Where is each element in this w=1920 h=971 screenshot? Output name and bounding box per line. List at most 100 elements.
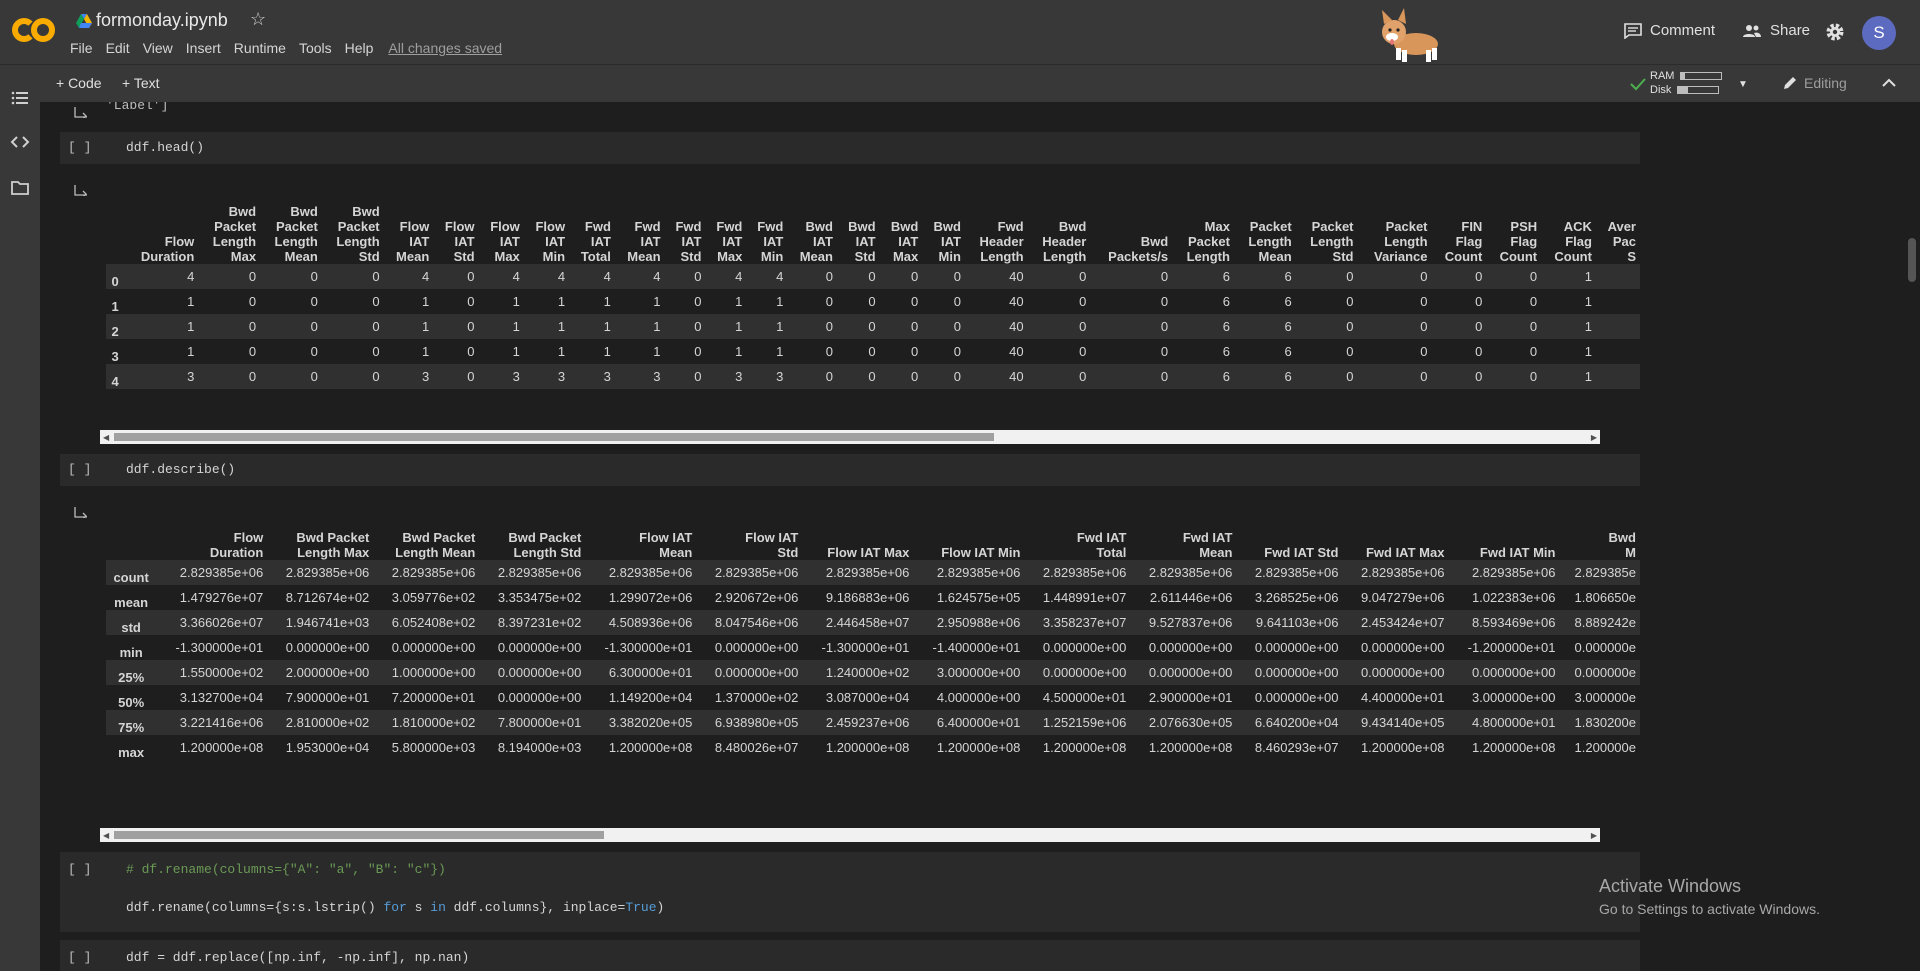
- code-cell-rename[interactable]: [ ] # df.rename(columns={"A": "a", "B": …: [60, 852, 1640, 932]
- code-text[interactable]: ddf = ddf.replace([np.inf, -np.inf], np.…: [126, 950, 469, 965]
- account-avatar[interactable]: S: [1862, 16, 1896, 50]
- menu-insert[interactable]: Insert: [186, 40, 221, 56]
- column-header-text: IAT: [409, 234, 430, 249]
- menu-help[interactable]: Help: [345, 40, 374, 56]
- scrollbar-thumb[interactable]: [114, 831, 604, 839]
- column-header-text: Packet: [1249, 219, 1292, 234]
- table-cell: 0: [694, 369, 702, 384]
- add-code-cell-button[interactable]: + Code: [56, 75, 102, 91]
- table-cell: 0: [1346, 369, 1354, 384]
- table-cell: 1.252159e+06: [1042, 715, 1127, 730]
- run-cell-button[interactable]: [ ]: [68, 140, 91, 155]
- table-cell: -1.400000e+01: [932, 640, 1021, 655]
- column-header: Bwd IAT Std: [837, 188, 880, 264]
- table-cell: 2.446458e+07: [825, 615, 910, 630]
- table-row: 1 1 0 0 0 1 0 1 1 1 1 0 1 1 0 0 0 0 40 0 0 6 6 0 0 0 0 1: [106, 289, 1640, 314]
- code-cell-head[interactable]: [ ] ddf.head(): [60, 132, 1640, 164]
- table-cell: 1.200000e+08: [1148, 740, 1233, 755]
- people-icon: [1743, 24, 1761, 37]
- notebook-title[interactable]: formonday.ipynb: [96, 10, 228, 31]
- table-row: 4 3 0 0 0 3 0 3 3 3 3 0 3 3 0 0 0 0 40 0 0 6 6 0 0 0 0 1: [106, 364, 1640, 389]
- menu-runtime[interactable]: Runtime: [234, 40, 286, 56]
- column-header: Flow IAT Std: [696, 510, 802, 560]
- code-text[interactable]: ddf.describe(): [126, 462, 235, 477]
- scroll-right-icon[interactable]: ▶: [1591, 831, 1597, 840]
- column-header-text: IAT: [855, 234, 876, 249]
- table-cell: 0: [868, 269, 876, 284]
- menu-view[interactable]: View: [143, 40, 173, 56]
- menu-file[interactable]: File: [70, 40, 93, 56]
- table-cell: 2.829385e+06: [936, 565, 1021, 580]
- table-cell: 6: [1284, 269, 1292, 284]
- table-cell: 0: [310, 319, 318, 334]
- notebook-area: 'Label'] [ ] ddf.head() Flow Duration Bwd P…: [40, 102, 1920, 971]
- scroll-right-icon[interactable]: ▶: [1591, 433, 1597, 442]
- code-cell-replace[interactable]: [ ] ddf = ddf.replace([np.inf, -np.inf],…: [60, 940, 1640, 971]
- table-cell: 1: [1584, 294, 1592, 309]
- collapse-chevron-up-icon[interactable]: [1882, 78, 1896, 88]
- scroll-left-icon[interactable]: ◀: [103, 433, 109, 442]
- comment-button[interactable]: Comment: [1624, 22, 1715, 39]
- code-text[interactable]: ddf.head(): [126, 140, 204, 155]
- row-index: 50%: [118, 695, 145, 710]
- share-label: Share: [1770, 22, 1811, 39]
- table-cell: 40: [1009, 319, 1024, 334]
- star-icon[interactable]: ☆: [250, 9, 266, 30]
- table-cell: 0: [868, 319, 876, 334]
- column-header-text: Fwd: [716, 219, 743, 234]
- table-cell: 0.000000e+00: [1148, 665, 1233, 680]
- menu-tools[interactable]: Tools: [299, 40, 332, 56]
- code-comment[interactable]: # df.rename(columns={"A": "a", "B": "c"}…: [126, 862, 446, 877]
- table-cell: 0: [1079, 319, 1087, 334]
- column-header-text: Mean: [627, 249, 661, 264]
- table-cell: 6: [1222, 369, 1230, 384]
- table-cell: 4: [735, 269, 743, 284]
- table-cell: 0: [248, 369, 257, 384]
- chevron-down-icon[interactable]: ▼: [1738, 79, 1748, 90]
- run-cell-button[interactable]: [ ]: [68, 862, 91, 877]
- table-cell: 0: [1346, 319, 1354, 334]
- colab-logo[interactable]: [12, 12, 56, 48]
- table-of-contents-icon[interactable]: [10, 88, 30, 108]
- table-cell: 6: [1222, 319, 1230, 334]
- column-header-text: Std: [854, 249, 876, 264]
- column-header: Max Packet Length: [1172, 188, 1234, 264]
- column-header-text: Bwd: [890, 219, 919, 234]
- share-button[interactable]: Share: [1742, 22, 1810, 39]
- page-scrollbar[interactable]: [1908, 238, 1916, 282]
- code-snippets-icon[interactable]: [10, 132, 30, 152]
- table-cell: 0: [911, 294, 919, 309]
- table-cell: 0: [248, 344, 257, 359]
- table-cell: 6: [1222, 294, 1230, 309]
- describe-table-scrollbar[interactable]: ◀ ▶: [100, 828, 1600, 842]
- column-header-text: Mean: [1199, 545, 1233, 560]
- column-header-text: IAT: [898, 234, 919, 249]
- scroll-left-icon[interactable]: ◀: [103, 831, 109, 840]
- table-cell: 0: [1420, 294, 1428, 309]
- table-cell: 1: [653, 319, 661, 334]
- table-cell: 8.712674e+02: [285, 590, 370, 605]
- table-cell: 0.000000e+00: [1042, 665, 1127, 680]
- code-rename-line[interactable]: ddf.rename(columns={s:s.lstrip() for s i…: [126, 900, 664, 915]
- column-header: Bwd Packet Length Mean: [373, 510, 479, 560]
- table-cell: 0.000000e+00: [1148, 640, 1233, 655]
- editing-mode-button[interactable]: Editing: [1782, 75, 1847, 91]
- scrollbar-thumb[interactable]: [114, 433, 994, 441]
- folder-icon[interactable]: [10, 178, 30, 198]
- head-table-scrollbar[interactable]: ◀ ▶: [100, 430, 1600, 444]
- table-cell: 40: [1009, 344, 1024, 359]
- table-cell: 0: [953, 344, 961, 359]
- table-cell: 0: [1079, 344, 1087, 359]
- run-cell-button[interactable]: [ ]: [68, 950, 91, 965]
- run-cell-button[interactable]: [ ]: [68, 462, 91, 477]
- save-status-link[interactable]: All changes saved: [388, 40, 502, 56]
- table-cell: 1: [557, 344, 566, 359]
- table-cell: 0.000000e+00: [714, 665, 799, 680]
- table-cell: 0.000000e+00: [1360, 640, 1445, 655]
- table-cell: 8.194000e+03: [497, 740, 582, 755]
- menu-edit[interactable]: Edit: [106, 40, 130, 56]
- add-text-cell-button[interactable]: + Text: [122, 75, 160, 91]
- resource-monitor[interactable]: RAM Disk: [1650, 69, 1723, 97]
- code-cell-describe[interactable]: [ ] ddf.describe(): [60, 454, 1640, 486]
- gear-icon[interactable]: [1824, 21, 1846, 43]
